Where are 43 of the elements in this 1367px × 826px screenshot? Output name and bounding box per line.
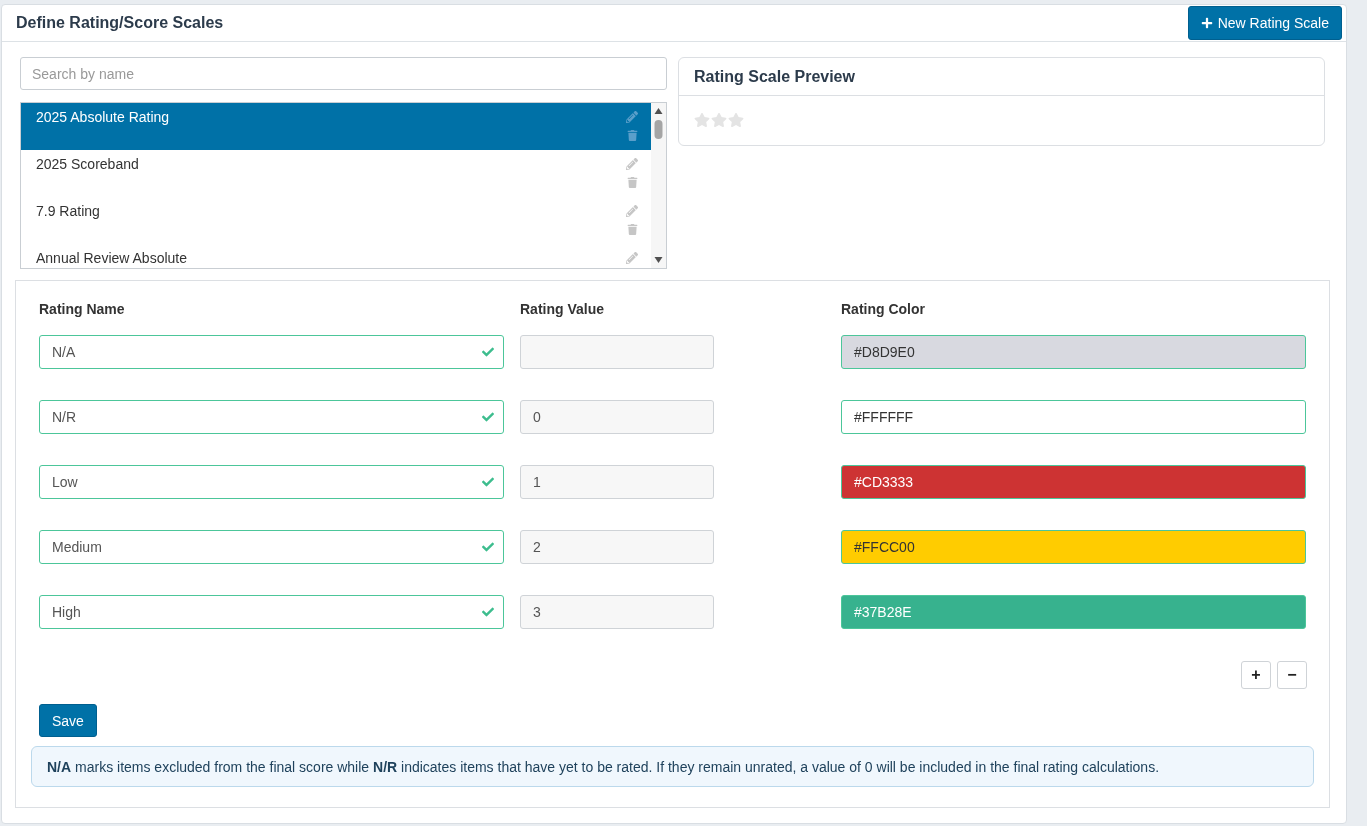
save-button[interactable]: Save: [39, 704, 97, 737]
check-icon: [482, 346, 494, 358]
pencil-icon[interactable]: [626, 252, 638, 264]
value-field[interactable]: [520, 335, 714, 369]
column-header: Rating Value: [520, 300, 606, 319]
check-icon: [482, 411, 494, 423]
value-field[interactable]: 1: [520, 465, 714, 499]
name-field[interactable]: Low: [39, 465, 504, 499]
star-icon: [694, 112, 710, 128]
star-icon: [728, 112, 744, 128]
value-field[interactable]: 0: [520, 400, 714, 434]
name-field[interactable]: N/A: [39, 335, 504, 369]
scrollbar[interactable]: [651, 103, 666, 268]
pencil-icon[interactable]: [626, 158, 638, 170]
color-field[interactable]: #FFFFFF: [841, 400, 1306, 434]
value-field[interactable]: 2: [520, 530, 714, 564]
column-header: Rating Color: [841, 300, 926, 319]
list-item[interactable]: 2025 Absolute Rating: [21, 103, 651, 150]
trash-icon[interactable]: [626, 224, 638, 235]
check-icon: [482, 606, 494, 618]
name-field[interactable]: Medium: [39, 530, 504, 564]
color-field[interactable]: #CD3333: [841, 465, 1306, 499]
new-rating-scale-button[interactable]: New Rating Scale: [1187, 6, 1342, 40]
name-field[interactable]: N/R: [39, 400, 504, 434]
color-field[interactable]: #D8D9E0: [841, 335, 1306, 369]
plus-icon: [1200, 17, 1213, 29]
note-text: N/A marks items excluded from the final score while N/R indicates items that have yet to be rated. If they remain unrated, a value of 0 will be included in the final rating calculations.: [47, 758, 1160, 775]
color-field[interactable]: #FFCC00: [841, 530, 1306, 564]
star-icon: [711, 112, 727, 128]
value-field[interactable]: 3: [520, 595, 714, 629]
remove-row-button[interactable]: −: [1277, 661, 1307, 689]
column-header: Rating Name: [39, 300, 126, 319]
pencil-icon[interactable]: [626, 205, 638, 217]
check-icon: [482, 476, 494, 488]
search-field[interactable]: Search by name: [20, 57, 667, 90]
check-icon: [482, 541, 494, 553]
trash-icon[interactable]: [626, 130, 638, 141]
name-field[interactable]: High: [39, 595, 504, 629]
trash-icon[interactable]: [626, 177, 638, 188]
pencil-icon[interactable]: [626, 111, 638, 123]
preview-title: Rating Scale Preview: [694, 67, 855, 86]
add-row-button[interactable]: +: [1241, 661, 1271, 689]
page-title: Define Rating/Score Scales: [16, 14, 224, 32]
